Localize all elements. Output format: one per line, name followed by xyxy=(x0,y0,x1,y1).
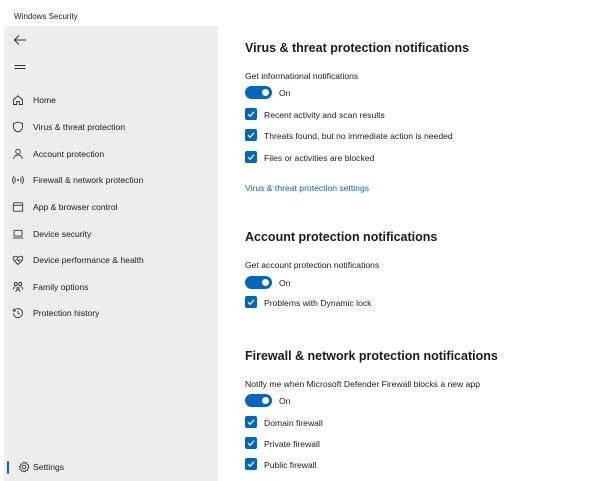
checkmark-icon xyxy=(247,154,255,161)
checkbox-dynamic-lock[interactable] xyxy=(245,296,257,308)
checkmark-icon xyxy=(247,132,255,139)
checkbox-domain-firewall[interactable] xyxy=(245,416,257,428)
sidebar-item-protection-history[interactable]: Protection history xyxy=(4,301,218,325)
toggle-knob xyxy=(262,89,269,96)
toggle-knob xyxy=(262,397,269,404)
sidebar-item-firewall-network-protection[interactable]: Firewall & network protection xyxy=(4,168,218,192)
virus-notifications-toggle[interactable] xyxy=(245,86,272,99)
hamburger-icon[interactable] xyxy=(13,62,27,74)
sidebar: Home Virus & threat protection Account p… xyxy=(4,26,218,481)
checkbox-label: Public firewall xyxy=(264,460,317,470)
sidebar-item-label: Device security xyxy=(33,229,92,239)
account-subtitle: Get account protection notifications xyxy=(245,260,380,270)
sidebar-item-label: Account protection xyxy=(33,149,105,159)
heart-pulse-icon xyxy=(12,255,24,266)
checkbox-label: Files or activities are blocked xyxy=(264,153,375,163)
sidebar-item-label: App & browser control xyxy=(33,202,118,212)
browser-window-icon xyxy=(12,202,24,212)
account-toggle-state: On xyxy=(279,278,291,288)
sidebar-item-label: Firewall & network protection xyxy=(33,175,144,185)
checkbox-label: Recent activity and scan results xyxy=(264,110,385,120)
virus-settings-link[interactable]: Virus & threat protection settings xyxy=(245,183,369,193)
sidebar-item-app-browser-control[interactable]: App & browser control xyxy=(4,195,218,219)
checkbox-public-firewall[interactable] xyxy=(245,458,257,470)
person-icon xyxy=(13,148,23,160)
back-arrow-icon[interactable] xyxy=(13,34,27,46)
firewall-notifications-toggle[interactable] xyxy=(245,394,272,407)
title-bar: Windows Security xyxy=(0,0,611,26)
checkmark-icon xyxy=(247,299,255,306)
sidebar-item-label: Home xyxy=(33,95,56,105)
toggle-knob xyxy=(262,279,269,286)
sidebar-item-home[interactable]: Home xyxy=(4,88,218,112)
sidebar-item-label: Device performance & health xyxy=(33,255,144,265)
gear-icon xyxy=(18,461,30,473)
checkbox-threats-found[interactable] xyxy=(245,129,257,141)
sidebar-item-label: Settings xyxy=(33,462,65,472)
account-section-title: Account protection notifications xyxy=(245,230,438,244)
history-icon xyxy=(12,308,23,318)
checkbox-label: Private firewall xyxy=(264,439,320,449)
checkmark-icon xyxy=(247,440,255,447)
sidebar-item-device-security[interactable]: Device security xyxy=(4,222,218,246)
window-title: Windows Security xyxy=(14,12,78,21)
sidebar-item-label: Family options xyxy=(33,282,89,292)
checkbox-recent-activity[interactable] xyxy=(245,108,257,120)
firewall-section-title: Firewall & network protection notificati… xyxy=(245,349,498,363)
checkmark-icon xyxy=(247,419,255,426)
virus-toggle-state: On xyxy=(279,88,291,98)
sidebar-item-virus-threat-protection[interactable]: Virus & threat protection xyxy=(4,115,218,139)
wifi-signal-icon xyxy=(12,175,24,185)
virus-section-title: Virus & threat protection notifications xyxy=(245,41,470,55)
checkmark-icon xyxy=(247,111,255,118)
firewall-subtitle: Notify me when Microsoft Defender Firewa… xyxy=(245,379,480,389)
sidebar-item-device-performance-health[interactable]: Device performance & health xyxy=(4,248,218,272)
selection-indicator xyxy=(7,461,9,474)
sidebar-item-label: Virus & threat protection xyxy=(33,122,126,132)
firewall-toggle-state: On xyxy=(279,396,291,406)
checkbox-label: Threats found, but no immediate action i… xyxy=(264,131,453,141)
main-content: Virus & threat protection notifications … xyxy=(218,26,611,481)
sidebar-item-account-protection[interactable]: Account protection xyxy=(4,142,218,166)
sidebar-item-label: Protection history xyxy=(33,308,100,318)
laptop-icon xyxy=(12,229,24,239)
account-notifications-toggle[interactable] xyxy=(245,276,272,289)
sidebar-item-settings[interactable]: Settings xyxy=(4,455,218,479)
shield-icon xyxy=(13,121,23,133)
virus-subtitle: Get informational notifications xyxy=(245,71,359,81)
checkbox-files-blocked[interactable] xyxy=(245,151,257,163)
home-icon xyxy=(13,95,23,105)
sidebar-item-family-options[interactable]: Family options xyxy=(4,275,218,299)
checkmark-icon xyxy=(247,461,255,468)
checkbox-label: Domain firewall xyxy=(264,418,323,428)
checkbox-label: Problems with Dynamic lock xyxy=(264,298,372,308)
checkbox-private-firewall[interactable] xyxy=(245,437,257,449)
family-icon xyxy=(12,282,24,293)
